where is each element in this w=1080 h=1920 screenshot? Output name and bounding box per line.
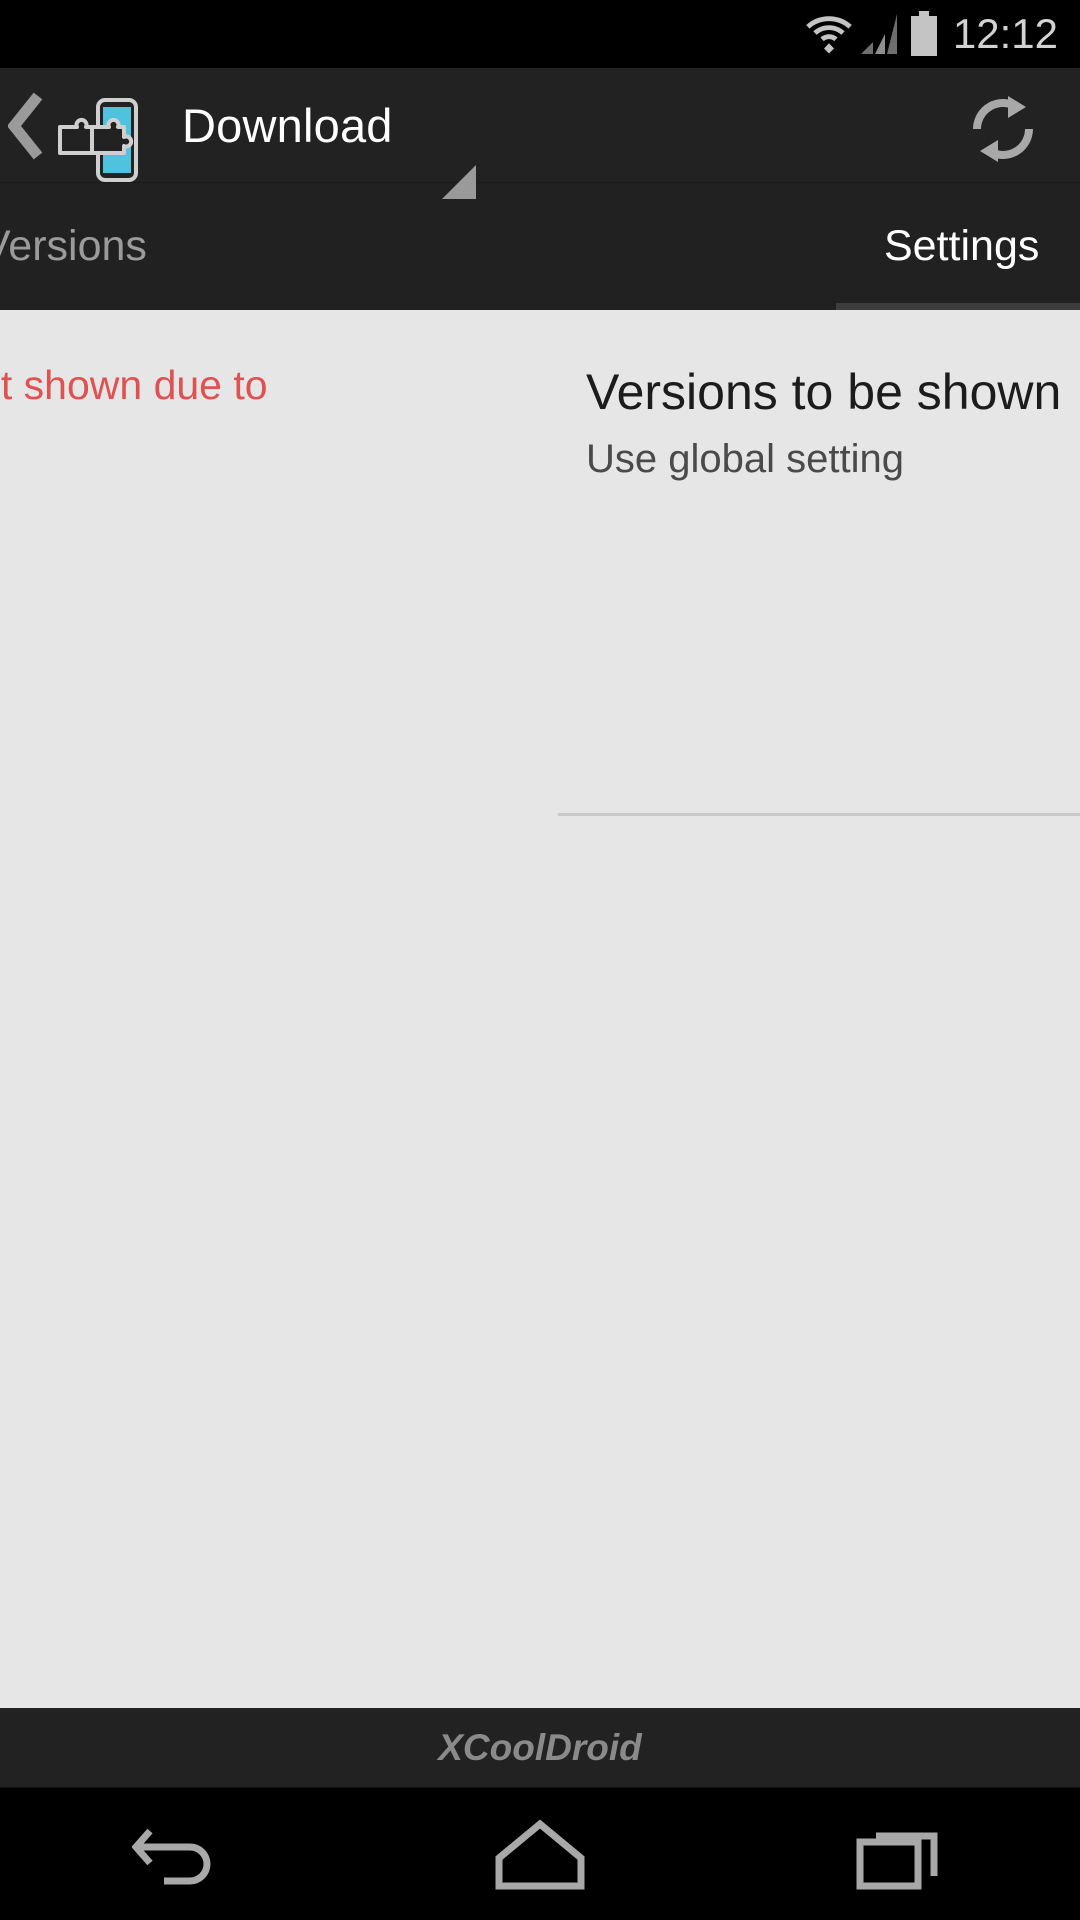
battery-icon — [910, 11, 937, 56]
resize-triangle-icon[interactable] — [442, 165, 476, 199]
content-pager: wever it isn't shown due to c settings. … — [0, 310, 1080, 1708]
footer-app-name: XCoolDroid — [438, 1726, 642, 1768]
cellular-signal-icon — [860, 14, 897, 54]
footer-bar: XCoolDroid — [0, 1708, 1080, 1788]
settings-page: Versions to be shown Use global setting — [558, 310, 1080, 1708]
tab-indicator — [836, 303, 1080, 310]
preference-divider — [558, 813, 1080, 816]
android-screen: 12:12 Download ersions Settings t shown … — [0, 0, 1080, 1920]
nav-recents-button[interactable] — [720, 1789, 1080, 1920]
nav-home-button[interactable] — [360, 1789, 720, 1920]
preference-title: Versions to be shown — [586, 364, 1062, 420]
back-icon — [132, 1828, 211, 1884]
status-bar: 12:12 — [0, 0, 1080, 68]
home-icon — [495, 1818, 585, 1889]
wifi-icon — [806, 16, 852, 54]
status-icons — [805, 11, 939, 57]
preference-summary: Use global setting — [586, 437, 904, 481]
xposed-module-icon[interactable] — [52, 96, 140, 184]
nav-back-button[interactable] — [0, 1789, 360, 1920]
versions-warning-line1: wever it isn't shown due to — [0, 362, 268, 408]
recents-icon — [856, 1832, 938, 1889]
refresh-icon[interactable] — [964, 90, 1042, 168]
tab-versions[interactable]: Versions — [0, 183, 147, 310]
tab-bar: Versions Settings — [0, 183, 1080, 310]
preference-row-versions-to-be-shown[interactable]: Versions to be shown Use global setting — [558, 310, 1080, 484]
status-clock: 12:12 — [952, 10, 1058, 57]
back-caret-icon — [8, 92, 43, 159]
tab-settings[interactable]: Settings — [884, 183, 1039, 310]
versions-page: wever it isn't shown due to c settings. — [0, 310, 328, 1708]
versions-warning-text: wever it isn't shown due to c settings. — [0, 358, 328, 468]
action-bar: Download — [0, 68, 1080, 183]
system-navigation-bar — [0, 1789, 1080, 1920]
action-bar-title: Download — [182, 99, 393, 152]
